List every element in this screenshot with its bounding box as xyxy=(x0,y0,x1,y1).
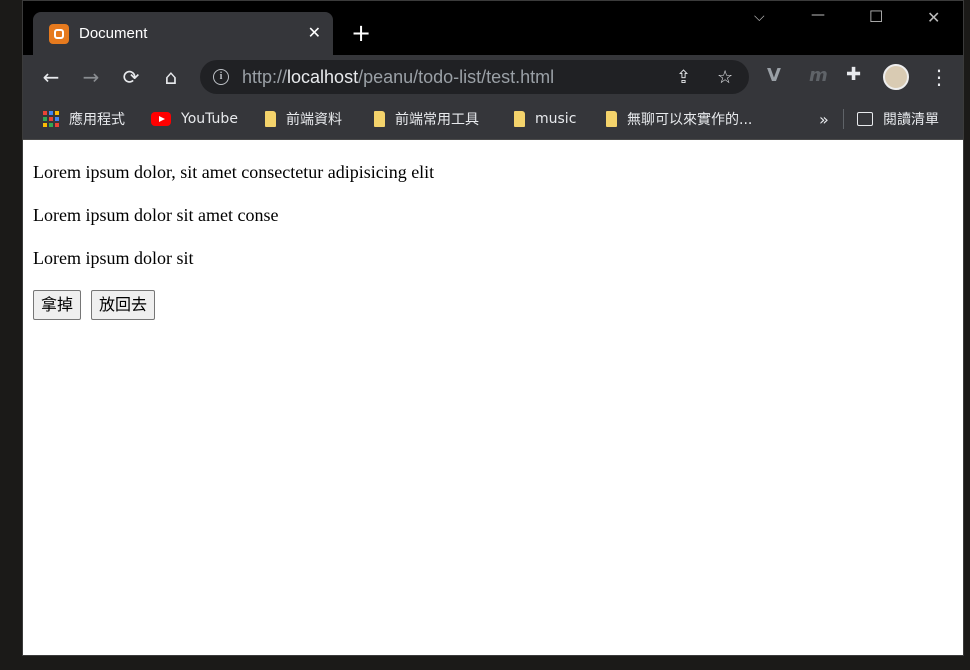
restore-button[interactable]: 放回去 xyxy=(91,290,156,320)
paragraph-3: Lorem ipsum dolor sit xyxy=(33,248,194,268)
site-info-icon[interactable]: i xyxy=(213,69,229,85)
bookmark-frontend-data[interactable]: 前端資料 xyxy=(265,99,342,139)
reading-list[interactable]: 閱讀清單 xyxy=(857,99,939,139)
minimize-icon[interactable]: — xyxy=(811,7,825,23)
bookmark-youtube[interactable]: YouTube xyxy=(151,99,238,139)
paragraph-1: Lorem ipsum dolor, sit amet consectetur … xyxy=(33,162,435,182)
bookmark-star-icon[interactable]: ☆ xyxy=(717,67,733,88)
home-icon[interactable]: ⌂ xyxy=(159,65,183,89)
tab-strip: Document ✕ + ⌵ — ☐ ✕ xyxy=(23,1,963,55)
bookmark-frontend-tools[interactable]: 前端常用工具 xyxy=(374,99,479,139)
xampp-favicon-icon xyxy=(49,24,69,44)
bookmark-boring-projects[interactable]: 無聊可以來實作的... xyxy=(606,99,752,139)
youtube-icon xyxy=(151,112,171,126)
page-content: Lorem ipsum dolor, sit amet consectetur … xyxy=(23,140,963,655)
folder-icon xyxy=(374,111,385,127)
close-window-icon[interactable]: ✕ xyxy=(927,8,940,27)
maximize-icon[interactable]: ☐ xyxy=(869,7,883,26)
tab-document[interactable]: Document ✕ xyxy=(33,12,333,55)
reading-list-icon xyxy=(857,112,873,126)
folder-icon xyxy=(514,111,525,127)
browser-toolbar: ← → ⟳ ⌂ i http://localhost/peanu/todo-li… xyxy=(23,55,963,99)
forward-icon[interactable]: → xyxy=(79,65,103,89)
close-tab-icon[interactable]: ✕ xyxy=(308,23,321,43)
bookmark-label: music xyxy=(535,111,577,127)
folder-icon xyxy=(265,111,276,127)
extensions-puzzle-icon[interactable]: ✚ xyxy=(846,64,861,85)
bookmark-label: 無聊可以來實作的... xyxy=(627,112,753,128)
bookmark-label: 應用程式 xyxy=(69,112,125,128)
browser-window: Document ✕ + ⌵ — ☐ ✕ ← → ⟳ ⌂ i http://lo… xyxy=(22,0,964,656)
paragraph-2: Lorem ipsum dolor sit amet conse xyxy=(33,205,279,225)
bookmark-label: YouTube xyxy=(181,111,238,127)
address-bar[interactable]: i http://localhost/peanu/todo-list/test.… xyxy=(200,60,749,94)
bookmarks-divider xyxy=(843,109,844,129)
bookmark-apps[interactable]: 應用程式 xyxy=(43,99,125,139)
new-tab-button[interactable]: + xyxy=(349,21,373,45)
folder-icon xyxy=(606,111,617,127)
more-bookmarks-icon[interactable]: » xyxy=(819,99,829,139)
vue-devtools-icon[interactable]: V xyxy=(767,65,781,86)
share-icon[interactable]: ⇪ xyxy=(676,67,691,88)
apps-icon xyxy=(43,111,59,127)
url-text[interactable]: http://localhost/peanu/todo-list/test.ht… xyxy=(242,67,554,88)
profile-avatar[interactable] xyxy=(883,64,909,90)
remove-button[interactable]: 拿掉 xyxy=(33,290,82,320)
bookmark-label: 前端資料 xyxy=(286,112,342,128)
tab-search-icon[interactable]: ⌵ xyxy=(754,9,765,25)
bookmarks-bar: 應用程式 YouTube 前端資料 前端常用工具 music 無聊可以來實作的.… xyxy=(23,99,963,140)
bookmark-music[interactable]: music xyxy=(514,99,576,139)
reading-list-label: 閱讀清單 xyxy=(883,112,939,128)
back-icon[interactable]: ← xyxy=(39,65,63,89)
tab-title: Document xyxy=(79,25,148,42)
bookmark-label: 前端常用工具 xyxy=(395,112,479,128)
menu-kebab-icon[interactable]: ⋮ xyxy=(929,65,949,89)
reload-icon[interactable]: ⟳ xyxy=(119,65,143,89)
extension-m-icon[interactable]: m xyxy=(809,65,828,86)
